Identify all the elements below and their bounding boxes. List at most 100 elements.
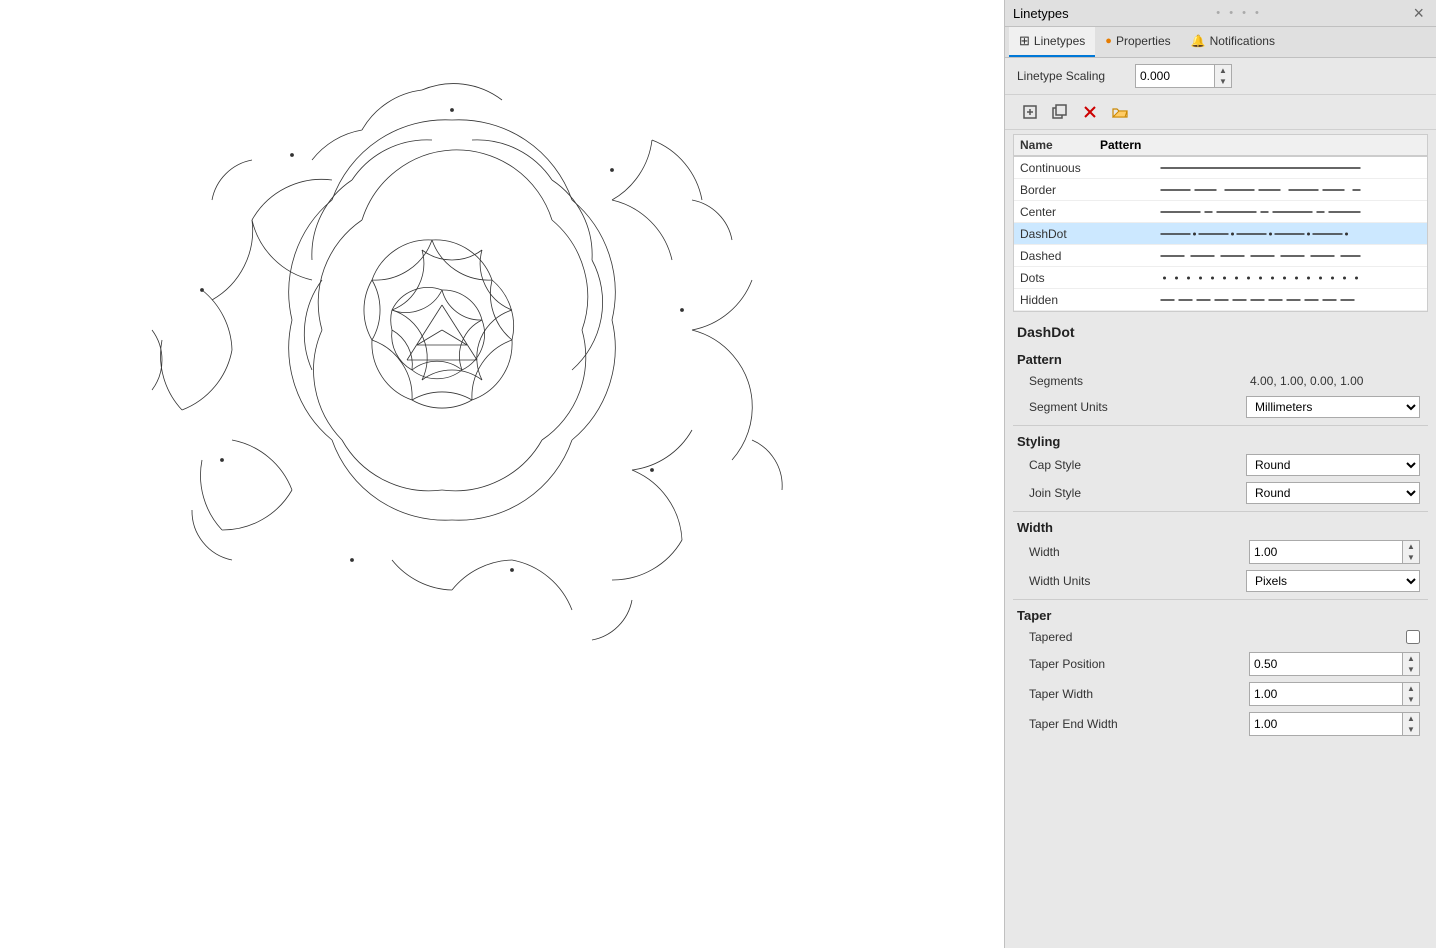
styling-section-header: Styling	[1013, 430, 1428, 451]
width-down[interactable]: ▼	[1403, 552, 1419, 563]
width-units-label: Width Units	[1029, 574, 1246, 588]
taper-position-up[interactable]: ▲	[1403, 653, 1419, 664]
new-linetype-button[interactable]	[1017, 99, 1043, 125]
taper-end-width-up[interactable]: ▲	[1403, 713, 1419, 724]
linetype-name-dashed: Dashed	[1020, 249, 1100, 263]
panel-tabs: ⊞ Linetypes ● Properties 🔔 Notifications	[1005, 27, 1436, 58]
pattern-border	[1100, 184, 1421, 196]
taper-end-width-spinners: ▲ ▼	[1403, 712, 1420, 736]
pattern-center	[1100, 206, 1421, 218]
cap-style-label: Cap Style	[1029, 458, 1246, 472]
panel-header: Linetypes • • • • ×	[1005, 0, 1436, 27]
properties-area: DashDot Pattern Segments 4.00, 1.00, 0.0…	[1005, 316, 1436, 948]
panel-title: Linetypes	[1013, 6, 1069, 21]
taper-width-up[interactable]: ▲	[1403, 683, 1419, 694]
taper-width-down[interactable]: ▼	[1403, 694, 1419, 705]
list-item-dashdot[interactable]: DashDot	[1014, 223, 1427, 245]
linetype-scaling-down[interactable]: ▼	[1215, 76, 1231, 87]
taper-section: Taper Tapered Taper Position 0.50 ▲ ▼ Ta…	[1013, 604, 1428, 739]
linetype-name-continuous: Continuous	[1020, 161, 1100, 175]
taper-position-spinners: ▲ ▼	[1403, 652, 1420, 676]
linetype-list-header: Name Pattern	[1014, 135, 1427, 157]
segment-units-row: Segment Units Millimeters Inches Pixels	[1013, 393, 1428, 421]
width-spin[interactable]: 1.00 ▲ ▼	[1249, 540, 1420, 564]
linetype-name-hidden: Hidden	[1020, 293, 1100, 307]
close-icon[interactable]: ×	[1409, 4, 1428, 22]
width-section-header: Width	[1013, 516, 1428, 537]
segments-label: Segments	[1029, 374, 1250, 388]
taper-position-down[interactable]: ▼	[1403, 664, 1419, 675]
taper-width-spin[interactable]: 1.00 ▲ ▼	[1249, 682, 1420, 706]
list-item-hidden[interactable]: Hidden	[1014, 289, 1427, 311]
width-label: Width	[1029, 545, 1249, 559]
width-units-row: Width Units Pixels Millimeters Inches	[1013, 567, 1428, 595]
toolbar	[1005, 95, 1436, 130]
linetype-scaling-label: Linetype Scaling	[1017, 69, 1127, 83]
pattern-hidden	[1100, 294, 1421, 306]
linetype-name-dots: Dots	[1020, 271, 1100, 285]
name-header: Name	[1020, 138, 1100, 152]
taper-end-width-input[interactable]: 1.00	[1249, 712, 1403, 736]
taper-width-label: Taper Width	[1029, 687, 1249, 701]
pattern-dashdot	[1100, 228, 1421, 240]
linetype-name-center: Center	[1020, 205, 1100, 219]
pattern-continuous	[1100, 162, 1421, 174]
linetype-name-border: Border	[1020, 183, 1100, 197]
taper-end-width-label: Taper End Width	[1029, 717, 1249, 731]
taper-position-input[interactable]: 0.50	[1249, 652, 1403, 676]
tab-notifications[interactable]: 🔔 Notifications	[1181, 27, 1285, 57]
width-input[interactable]: 1.00	[1249, 540, 1403, 564]
linetype-scaling-spinners: ▲ ▼	[1215, 64, 1232, 88]
linetype-scaling-up[interactable]: ▲	[1215, 65, 1231, 76]
canvas-area[interactable]	[0, 0, 1004, 948]
taper-end-width-down[interactable]: ▼	[1403, 724, 1419, 735]
cap-style-select[interactable]: Round Flat Square	[1246, 454, 1420, 476]
segment-units-label: Segment Units	[1029, 400, 1246, 414]
width-units-select[interactable]: Pixels Millimeters Inches	[1246, 570, 1420, 592]
join-style-row: Join Style Round Miter Bevel	[1013, 479, 1428, 507]
pattern-dashed	[1100, 250, 1421, 262]
linetype-scaling-field[interactable]: 0.000	[1135, 64, 1215, 88]
taper-position-row: Taper Position 0.50 ▲ ▼	[1013, 649, 1428, 679]
tab-linetypes[interactable]: ⊞ Linetypes	[1009, 27, 1095, 57]
open-linetype-button[interactable]	[1107, 99, 1133, 125]
taper-position-label: Taper Position	[1029, 657, 1249, 671]
width-up[interactable]: ▲	[1403, 541, 1419, 552]
linetype-list[interactable]: Name Pattern Continuous Border	[1013, 134, 1428, 312]
linetypes-tab-icon: ⊞	[1019, 33, 1030, 49]
notifications-tab-label: Notifications	[1210, 34, 1275, 48]
tab-properties[interactable]: ● Properties	[1095, 27, 1180, 57]
taper-end-width-row: Taper End Width 1.00 ▲ ▼	[1013, 709, 1428, 739]
join-style-select[interactable]: Round Miter Bevel	[1246, 482, 1420, 504]
pattern-dots	[1100, 272, 1421, 284]
styling-section: Styling Cap Style Round Flat Square Join…	[1013, 430, 1428, 507]
list-item-continuous[interactable]: Continuous	[1014, 157, 1427, 179]
list-item-border[interactable]: Border	[1014, 179, 1427, 201]
list-item-dashed[interactable]: Dashed	[1014, 245, 1427, 267]
taper-end-width-spin[interactable]: 1.00 ▲ ▼	[1249, 712, 1420, 736]
taper-position-spin[interactable]: 0.50 ▲ ▼	[1249, 652, 1420, 676]
tapered-label: Tapered	[1029, 630, 1406, 644]
tapered-checkbox[interactable]	[1406, 630, 1420, 644]
taper-width-row: Taper Width 1.00 ▲ ▼	[1013, 679, 1428, 709]
panel-drag-handle: • • • •	[1216, 7, 1262, 19]
pattern-header: Pattern	[1100, 139, 1421, 151]
segments-row: Segments 4.00, 1.00, 0.00, 1.00	[1013, 369, 1428, 393]
delete-linetype-button[interactable]	[1077, 99, 1103, 125]
list-item-dots[interactable]: Dots	[1014, 267, 1427, 289]
segment-units-select[interactable]: Millimeters Inches Pixels	[1246, 396, 1420, 418]
join-style-label: Join Style	[1029, 486, 1246, 500]
list-item-center[interactable]: Center	[1014, 201, 1427, 223]
selected-linetype-title: DashDot	[1005, 316, 1436, 344]
width-section: Width Width 1.00 ▲ ▼ Width Units Pixels …	[1013, 516, 1428, 595]
linetype-scaling-input[interactable]: 0.000 ▲ ▼	[1135, 64, 1232, 88]
tapered-row: Tapered	[1013, 625, 1428, 649]
panel: Linetypes • • • • × ⊞ Linetypes ● Proper…	[1004, 0, 1436, 948]
linetype-scaling-row: Linetype Scaling 0.000 ▲ ▼	[1005, 58, 1436, 95]
properties-tab-label: Properties	[1116, 34, 1171, 48]
taper-width-input[interactable]: 1.00	[1249, 682, 1403, 706]
segments-value: 4.00, 1.00, 0.00, 1.00	[1250, 374, 1420, 388]
cap-style-row: Cap Style Round Flat Square	[1013, 451, 1428, 479]
copy-linetype-button[interactable]	[1047, 99, 1073, 125]
pattern-section-header: Pattern	[1013, 348, 1428, 369]
